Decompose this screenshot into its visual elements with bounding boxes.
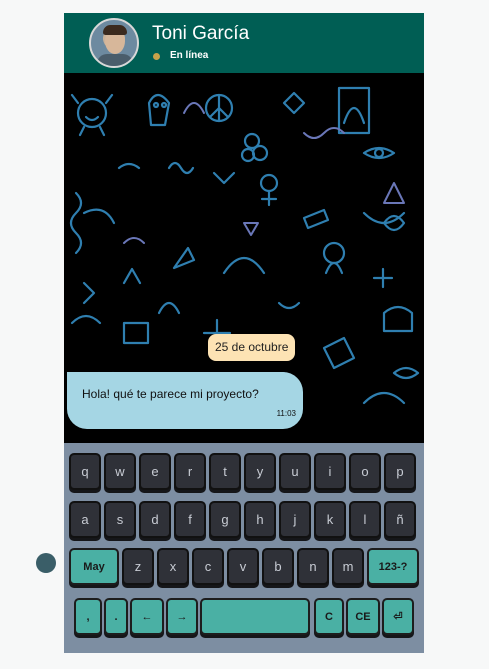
key-⏎[interactable]: ⏎ [382, 598, 414, 635]
key-d[interactable]: d [139, 501, 171, 538]
key-May[interactable]: May [69, 548, 119, 585]
key-123-?[interactable]: 123-? [367, 548, 419, 585]
chat-header: Toni García En línea [64, 13, 424, 73]
key-space[interactable] [200, 598, 310, 635]
avatar[interactable] [89, 18, 139, 68]
key-n[interactable]: n [297, 548, 329, 585]
key-e[interactable]: e [139, 453, 171, 490]
key-w[interactable]: w [104, 453, 136, 490]
key-v[interactable]: v [227, 548, 259, 585]
chat-area: 25 de octubre Hola! qué te parece mi pro… [64, 73, 424, 443]
contact-status: En línea [170, 50, 209, 61]
status-dot-icon [153, 53, 160, 60]
key-z[interactable]: z [122, 548, 154, 585]
key-,[interactable]: , [74, 598, 102, 635]
key-p[interactable]: p [384, 453, 416, 490]
message-text: Hola! qué te parece mi proyecto? [82, 387, 259, 401]
touch-cursor-icon [36, 553, 56, 573]
message-bubble: Hola! qué te parece mi proyecto? 11:03 [67, 372, 303, 429]
key-u[interactable]: u [279, 453, 311, 490]
key-m[interactable]: m [332, 548, 364, 585]
key-o[interactable]: o [349, 453, 381, 490]
key-x[interactable]: x [157, 548, 189, 585]
key-h[interactable]: h [244, 501, 276, 538]
key-a[interactable]: a [69, 501, 101, 538]
on-screen-keyboard: q w e r t y u i o p a s d f g h j k l ñ May z x c v b n m 123-?,. ← → C… [64, 443, 424, 653]
contact-name: Toni García [152, 23, 250, 44]
key-i[interactable]: i [314, 453, 346, 490]
key-→[interactable]: → [166, 598, 198, 635]
key-CE[interactable]: CE [346, 598, 380, 635]
key-t[interactable]: t [209, 453, 241, 490]
chat-app-window: Toni García En línea 25 de octubre Hola!… [64, 13, 424, 653]
key-y[interactable]: y [244, 453, 276, 490]
key-l[interactable]: l [349, 501, 381, 538]
key-C[interactable]: C [314, 598, 344, 635]
key-b[interactable]: b [262, 548, 294, 585]
key-r[interactable]: r [174, 453, 206, 490]
message-time: 11:03 [276, 409, 296, 418]
key-.[interactable]: . [104, 598, 128, 635]
key-ñ[interactable]: ñ [384, 501, 416, 538]
key-c[interactable]: c [192, 548, 224, 585]
key-f[interactable]: f [174, 501, 206, 538]
key-k[interactable]: k [314, 501, 346, 538]
key-s[interactable]: s [104, 501, 136, 538]
key-←[interactable]: ← [130, 598, 164, 635]
key-q[interactable]: q [69, 453, 101, 490]
key-g[interactable]: g [209, 501, 241, 538]
date-badge: 25 de octubre [208, 334, 296, 361]
key-j[interactable]: j [279, 501, 311, 538]
